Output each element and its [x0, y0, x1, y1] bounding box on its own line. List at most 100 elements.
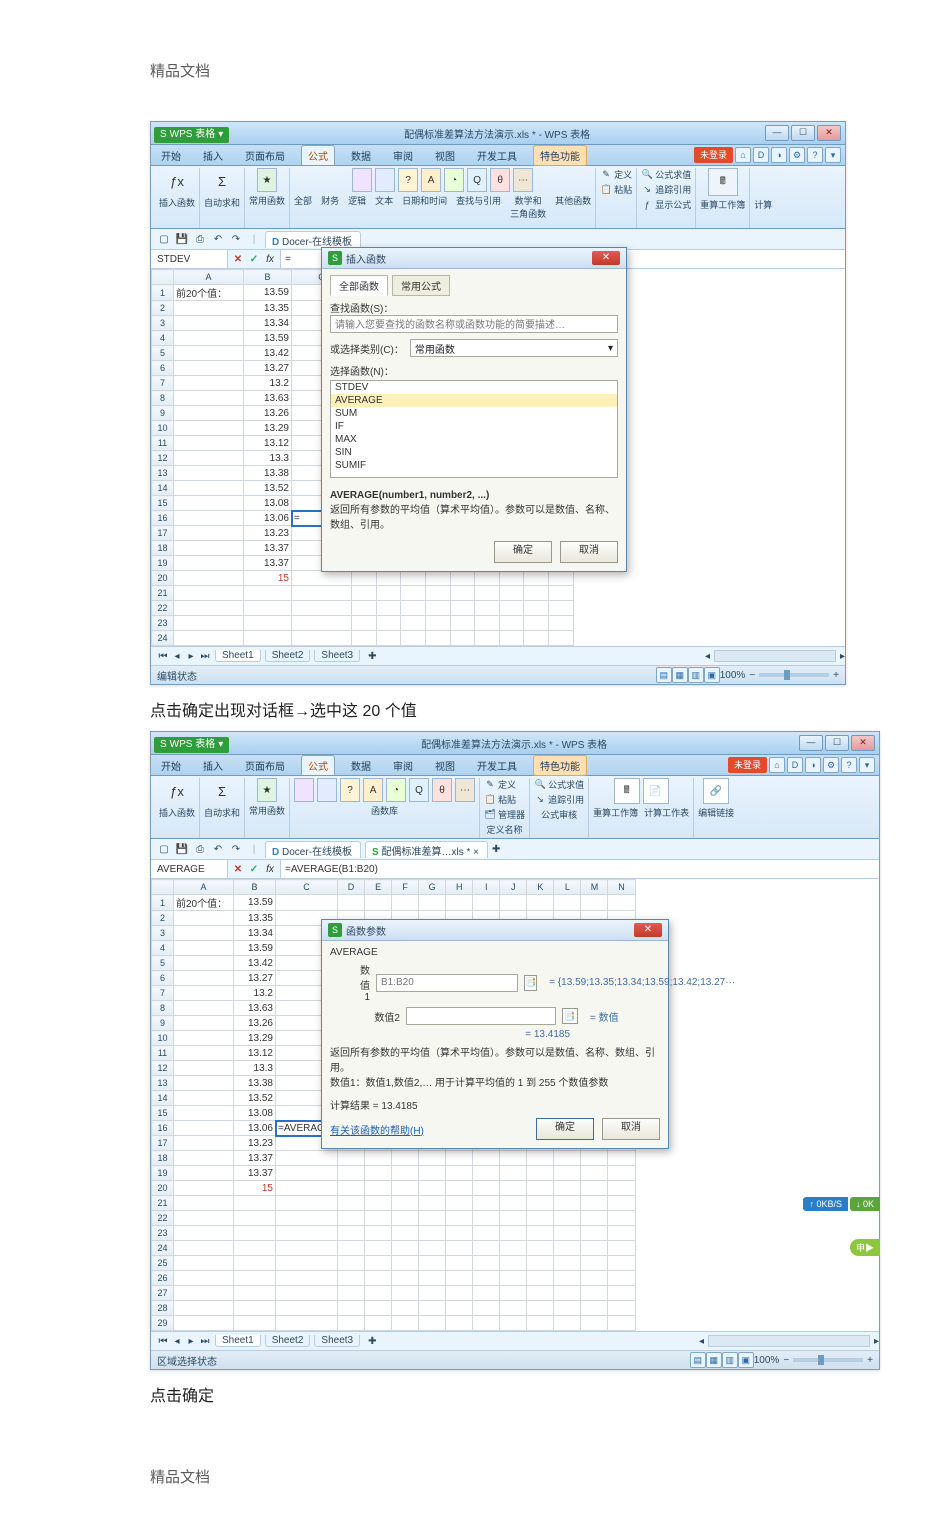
cell[interactable]: [581, 1211, 608, 1226]
cell[interactable]: [608, 1316, 635, 1331]
hscroll-right-icon[interactable]: ▸: [874, 1336, 879, 1347]
fx-icon[interactable]: fx: [264, 254, 276, 265]
row-header[interactable]: 18: [152, 1151, 174, 1166]
cell[interactable]: [365, 895, 392, 911]
cell[interactable]: 13.37: [234, 1166, 276, 1181]
corner-pill[interactable]: 申▶: [850, 1239, 880, 1256]
cell[interactable]: [276, 1316, 338, 1331]
sheet-tab[interactable]: Sheet2: [265, 650, 311, 662]
cell[interactable]: [174, 1076, 234, 1091]
cell[interactable]: [392, 1226, 419, 1241]
tab-special[interactable]: 特色功能: [533, 145, 587, 166]
manager-icon[interactable]: 🗂: [484, 809, 496, 821]
row-header[interactable]: 4: [152, 941, 174, 956]
tab-view[interactable]: 视图: [429, 756, 461, 775]
cell[interactable]: [376, 631, 401, 646]
cell[interactable]: [174, 1316, 234, 1331]
row-header[interactable]: 2: [152, 301, 174, 316]
cell[interactable]: [174, 301, 244, 316]
cell[interactable]: [376, 571, 401, 586]
column-header[interactable]: J: [500, 880, 527, 895]
cell[interactable]: [499, 631, 524, 646]
row-header[interactable]: 3: [152, 316, 174, 331]
autosum-icon[interactable]: Σ: [211, 168, 233, 194]
cell[interactable]: [234, 1286, 276, 1301]
cell[interactable]: [450, 631, 475, 646]
cell[interactable]: [581, 1301, 608, 1316]
row-header[interactable]: 19: [152, 1166, 174, 1181]
cell[interactable]: [365, 1271, 392, 1286]
cell[interactable]: [419, 1286, 446, 1301]
maximize-button[interactable]: ☐: [825, 735, 849, 751]
cell[interactable]: [500, 1271, 527, 1286]
row-header[interactable]: 5: [152, 346, 174, 361]
fin-fn-icon[interactable]: [317, 778, 337, 802]
cell[interactable]: [554, 1226, 581, 1241]
cell[interactable]: [244, 616, 292, 631]
cell[interactable]: [581, 1256, 608, 1271]
text-fn-icon[interactable]: A: [363, 778, 383, 802]
range-picker-icon[interactable]: 📑: [562, 1008, 578, 1024]
cell[interactable]: [174, 421, 244, 436]
cell[interactable]: [446, 1166, 473, 1181]
hscroll-left-icon[interactable]: ◂: [699, 1336, 704, 1347]
tab-insert[interactable]: 插入: [197, 146, 229, 165]
view-page-icon[interactable]: ▦: [672, 667, 688, 683]
row-header[interactable]: 23: [152, 616, 174, 631]
sheet-last-icon[interactable]: ⏭: [199, 651, 211, 662]
logic-fn-icon[interactable]: ?: [340, 778, 360, 802]
undo-icon[interactable]: ↶: [211, 232, 225, 246]
view-normal-icon[interactable]: ▤: [656, 667, 672, 683]
cell[interactable]: 13.59: [234, 895, 276, 911]
name-box[interactable]: AVERAGE: [151, 860, 228, 878]
row-header[interactable]: 9: [152, 406, 174, 421]
tab-review[interactable]: 审阅: [387, 756, 419, 775]
view-break-icon[interactable]: ▥: [688, 667, 704, 683]
sheet-first-icon[interactable]: ⏮: [157, 1336, 169, 1347]
cell[interactable]: [244, 586, 292, 601]
cancel-edit-icon[interactable]: ✕: [232, 254, 244, 265]
cell[interactable]: [608, 895, 635, 911]
cell[interactable]: [392, 1301, 419, 1316]
new-doc-icon[interactable]: ▢: [157, 232, 171, 246]
cell[interactable]: [475, 616, 500, 631]
cell[interactable]: [174, 571, 244, 586]
cell[interactable]: 13.2: [234, 986, 276, 1001]
cell[interactable]: [174, 1046, 234, 1061]
row-header[interactable]: 23: [152, 1226, 174, 1241]
cell[interactable]: [174, 496, 244, 511]
cell[interactable]: 13.63: [244, 391, 292, 406]
tab-layout[interactable]: 页面布局: [239, 756, 291, 775]
cancel-edit-icon[interactable]: ✕: [232, 864, 244, 875]
cell[interactable]: [376, 586, 401, 601]
home-icon[interactable]: ⌂: [735, 147, 751, 163]
cell[interactable]: [500, 1316, 527, 1331]
sheet-tab[interactable]: Sheet3: [314, 650, 360, 662]
cell[interactable]: [392, 1241, 419, 1256]
cell[interactable]: [554, 895, 581, 911]
formula-eval-icon[interactable]: 🔍: [641, 169, 653, 181]
cell[interactable]: [174, 466, 244, 481]
row-header[interactable]: 12: [152, 451, 174, 466]
row-header[interactable]: 9: [152, 1016, 174, 1031]
function-list-item[interactable]: AVERAGE: [331, 394, 617, 407]
row-header[interactable]: 21: [152, 1196, 174, 1211]
column-header[interactable]: F: [392, 880, 419, 895]
cell[interactable]: 13.34: [234, 926, 276, 941]
cell[interactable]: [174, 1271, 234, 1286]
cell[interactable]: [392, 1181, 419, 1196]
cell[interactable]: [581, 1241, 608, 1256]
insert-function-icon[interactable]: ƒx: [166, 168, 188, 194]
cell[interactable]: [365, 1241, 392, 1256]
cell[interactable]: [365, 1166, 392, 1181]
function-list-item[interactable]: SIN: [331, 446, 617, 459]
lookup-fn-icon[interactable]: Q: [409, 778, 429, 802]
row-header[interactable]: 10: [152, 1031, 174, 1046]
cell[interactable]: [527, 1271, 554, 1286]
cell[interactable]: [365, 1256, 392, 1271]
cell[interactable]: [174, 1301, 234, 1316]
calc-sheet-icon[interactable]: 🖩: [614, 778, 640, 804]
cell[interactable]: [174, 1256, 234, 1271]
tab-insert[interactable]: 插入: [197, 756, 229, 775]
calc-ws-icon[interactable]: 📄: [643, 778, 669, 804]
